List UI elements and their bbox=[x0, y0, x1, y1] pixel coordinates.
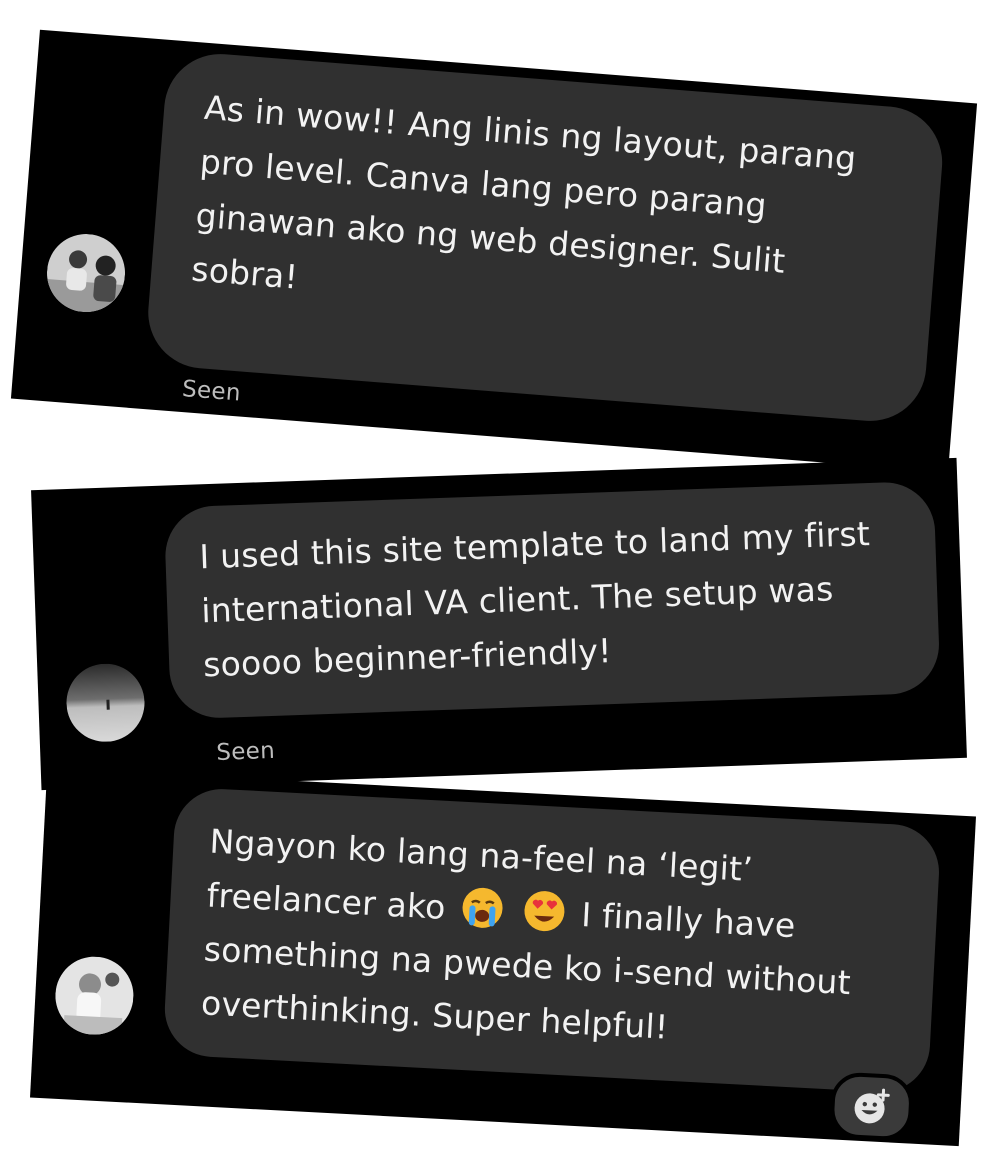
sender-avatar[interactable] bbox=[44, 231, 128, 315]
add-reaction-button[interactable] bbox=[829, 1071, 915, 1142]
add-reaction-icon bbox=[854, 1088, 890, 1124]
message-card-1: As in wow!! Ang linis ng layout, parang … bbox=[10, 29, 978, 473]
message-text-segment: I finally have bbox=[580, 895, 797, 946]
heart-eyes-face-icon bbox=[524, 891, 565, 932]
screenshot-collage: As in wow!! Ang linis ng layout, parang … bbox=[0, 0, 991, 1175]
seen-status: Seen bbox=[181, 376, 242, 407]
message-card-3: Ngayon ko lang na-feel na ‘legit’ freela… bbox=[30, 767, 976, 1147]
sender-avatar[interactable] bbox=[53, 954, 136, 1037]
avatar-photo-landscape bbox=[65, 662, 146, 744]
sender-avatar[interactable] bbox=[65, 662, 146, 744]
avatar-photo-people bbox=[44, 231, 128, 315]
message-text-segment: freelancer ako bbox=[205, 875, 447, 927]
message-bubble[interactable]: Ngayon ko lang na-feel na ‘legit’ freela… bbox=[162, 786, 942, 1095]
message-bubble[interactable]: As in wow!! Ang linis ng layout, parang … bbox=[144, 49, 947, 426]
loudly-crying-face-icon bbox=[462, 887, 503, 928]
seen-status: Seen bbox=[215, 737, 276, 766]
avatar-photo-person bbox=[53, 954, 136, 1037]
message-card-2: I used this site template to land my fir… bbox=[31, 457, 967, 791]
message-bubble[interactable]: I used this site template to land my fir… bbox=[163, 480, 941, 720]
